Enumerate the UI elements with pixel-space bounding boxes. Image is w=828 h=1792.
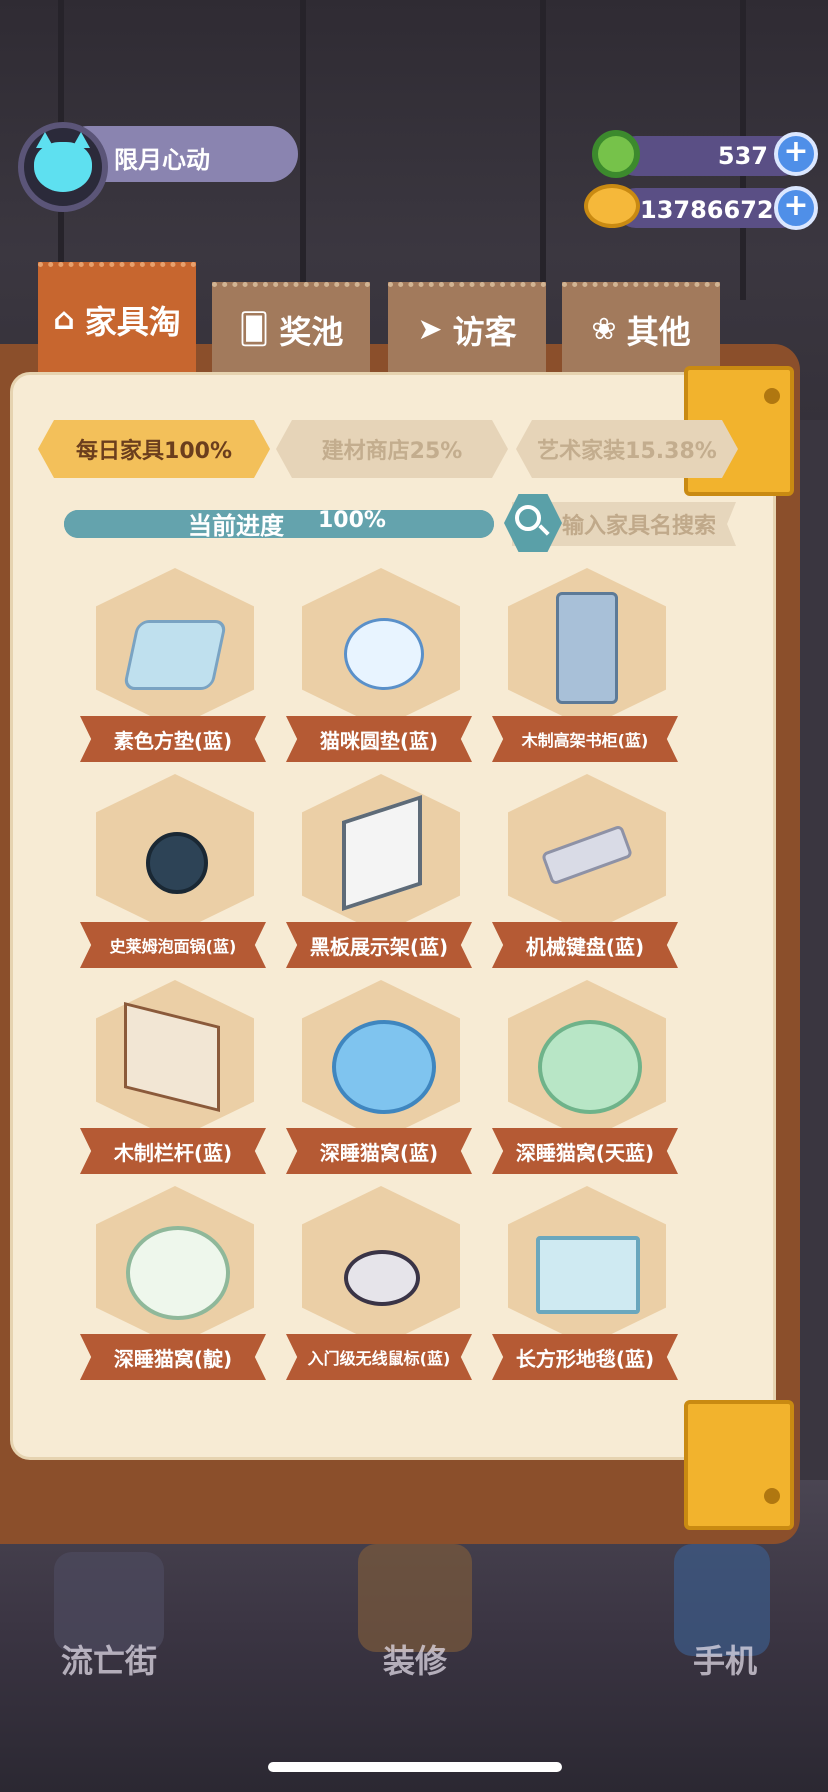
avatar[interactable]	[18, 122, 108, 212]
rectangle-rug-icon	[536, 1236, 640, 1314]
furniture-item[interactable]: 深睡猫窝(蓝)	[286, 980, 476, 1176]
tab-other[interactable]: ❀ 其他	[562, 282, 720, 372]
paper-plane-icon: ➤	[417, 312, 443, 347]
background-stripe	[540, 0, 546, 300]
item-name: 深睡猫窝(天蓝)	[492, 1128, 678, 1174]
cat-bed-blue-icon	[332, 1020, 436, 1114]
furniture-item[interactable]: 深睡猫窝(靛)	[80, 1186, 270, 1382]
filter-building-store[interactable]: 建材商店25%	[276, 420, 508, 478]
card-icon: 🂠	[238, 312, 270, 347]
bookshelf-icon	[556, 592, 618, 704]
cat-avatar-icon	[34, 132, 92, 192]
corner-rivet	[764, 388, 780, 404]
furniture-item[interactable]: 素色方垫(蓝)	[80, 568, 270, 764]
item-name: 机械键盘(蓝)	[492, 922, 678, 968]
furniture-item[interactable]: 木制高架书柜(蓝)	[492, 568, 682, 764]
home-indicator[interactable]	[268, 1762, 562, 1772]
furniture-item[interactable]: 机械键盘(蓝)	[492, 774, 682, 970]
currency-value-planet: 13786672	[640, 196, 774, 224]
tab-visitors[interactable]: ➤ 访客	[388, 282, 546, 372]
cat-cushion-icon	[344, 618, 424, 690]
item-name: 黑板展示架(蓝)	[286, 922, 472, 968]
tab-label: 访客	[452, 312, 517, 351]
progress-value: 100%	[318, 508, 386, 533]
add-currency-button[interactable]: +	[774, 186, 818, 230]
donut-coin-icon	[592, 130, 640, 178]
item-name: 史莱姆泡面锅(蓝)	[80, 922, 266, 968]
filter-label: 建材商店25%	[321, 439, 463, 464]
nav-label: 手机	[692, 1642, 757, 1680]
currency-value-donut: 537	[717, 142, 768, 170]
filter-label: 艺术家装15.38%	[537, 439, 717, 464]
search-glass-shape	[515, 505, 541, 531]
nav-exile-street[interactable]: 流亡街	[24, 1536, 194, 1686]
furniture-item[interactable]: 长方形地毯(蓝)	[492, 1186, 682, 1382]
furniture-item[interactable]: 猫咪圆垫(蓝)	[286, 568, 476, 764]
filter-art-decor[interactable]: 艺术家装15.38%	[516, 420, 738, 478]
item-name: 猫咪圆垫(蓝)	[286, 716, 472, 762]
book-corner-bottom	[684, 1400, 794, 1530]
furniture-item[interactable]: 木制栏杆(蓝)	[80, 980, 270, 1176]
tab-label: 其他	[626, 312, 691, 351]
tab-prize-pool[interactable]: 🂠 奖池	[212, 282, 370, 372]
item-name: 木制高架书柜(蓝)	[492, 716, 678, 762]
furniture-item[interactable]: 入门级无线鼠标(蓝)	[286, 1186, 476, 1382]
item-name: 深睡猫窝(靛)	[80, 1334, 266, 1380]
square-cushion-icon	[122, 620, 228, 690]
item-name: 深睡猫窝(蓝)	[286, 1128, 472, 1174]
house-icon: ⌂	[53, 302, 75, 337]
furniture-item[interactable]: 史莱姆泡面锅(蓝)	[80, 774, 270, 970]
nav-decorate[interactable]: 装修	[330, 1536, 500, 1686]
profile-name: 限月心动	[114, 146, 210, 174]
furniture-item[interactable]: 深睡猫窝(天蓝)	[492, 980, 682, 1176]
paw-icon: ❀	[591, 312, 617, 347]
add-currency-button[interactable]: +	[774, 132, 818, 176]
item-name: 入门级无线鼠标(蓝)	[286, 1334, 472, 1380]
search-placeholder: 输入家具名搜索	[562, 514, 717, 539]
cat-bed-indigo-icon	[126, 1226, 230, 1320]
filter-label: 每日家具100%	[76, 439, 232, 464]
progress-label: 当前进度	[188, 512, 284, 540]
item-name: 素色方垫(蓝)	[80, 716, 266, 762]
background-stripe	[300, 0, 306, 300]
planet-coin-icon	[584, 184, 640, 228]
tab-label: 家具淘	[84, 302, 181, 341]
tab-furniture[interactable]: ⌂ 家具淘	[38, 262, 196, 372]
item-name: 木制栏杆(蓝)	[80, 1128, 266, 1174]
item-name: 长方形地毯(蓝)	[492, 1334, 678, 1380]
wireless-mouse-icon	[344, 1250, 420, 1306]
tab-label: 奖池	[279, 312, 344, 351]
nav-phone[interactable]: 手机	[640, 1536, 810, 1686]
slime-pot-icon	[146, 832, 208, 894]
furniture-item[interactable]: 黑板展示架(蓝)	[286, 774, 476, 970]
corner-rivet	[764, 1488, 780, 1504]
nav-label: 装修	[382, 1642, 447, 1680]
filter-daily-furniture[interactable]: 每日家具100%	[38, 420, 270, 478]
cat-bed-skyblue-icon	[538, 1020, 642, 1114]
nav-label: 流亡街	[60, 1642, 157, 1680]
